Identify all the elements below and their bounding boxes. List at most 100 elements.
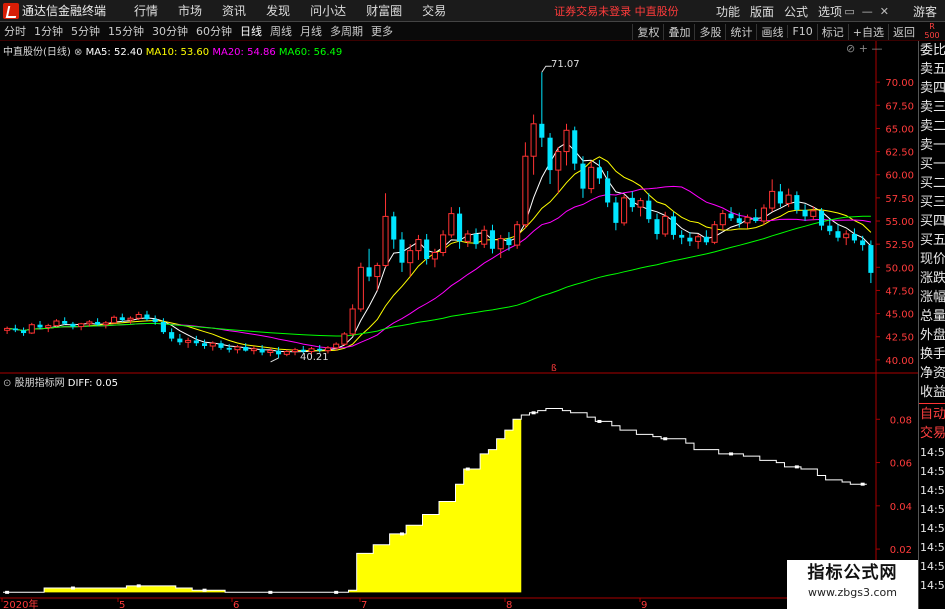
quote-field-label: 外盘	[920, 328, 945, 343]
candle-body-down	[827, 225, 833, 232]
candle-body-up	[28, 324, 35, 334]
tab-5min[interactable]: 5分钟	[67, 23, 104, 39]
kline-chart-svg[interactable]: 70.00 67.50 65.00 62.50 60.00 57.50 55.00 52.50…	[0, 41, 918, 609]
candle-body-down	[243, 346, 249, 351]
candle-body-down	[391, 216, 397, 240]
tab-more[interactable]: 更多	[367, 23, 397, 39]
candle-body-up	[324, 347, 331, 352]
candle-body-up	[185, 339, 192, 343]
quote-field-label: 买三	[920, 195, 945, 210]
mark-button[interactable]: 标记	[816, 23, 848, 40]
trade-time: 14:56	[920, 541, 945, 554]
diff-marker	[268, 590, 273, 594]
candle-body-up	[563, 129, 570, 153]
tab-1min[interactable]: 1分钟	[30, 23, 67, 39]
guest-user[interactable]: 游客	[913, 3, 937, 20]
diff-marker	[202, 588, 207, 592]
candle-body-down	[62, 321, 68, 324]
add-watchlist-button[interactable]: +自选	[847, 23, 888, 40]
price-tick-label: 42.50	[885, 333, 914, 344]
diff-marker	[136, 584, 141, 588]
candle-body-down	[629, 197, 635, 208]
candle-body-up	[86, 321, 93, 325]
add-icon[interactable]: +	[859, 42, 868, 55]
auto-trade-label[interactable]: 自动	[919, 405, 945, 424]
candle-body-up	[843, 233, 850, 239]
candle-body-down	[457, 213, 463, 242]
tab-multi-period[interactable]: 多周期	[326, 23, 367, 39]
r-label-top: R	[929, 22, 935, 31]
menu-news[interactable]: 资讯	[212, 2, 256, 19]
menu-quotes[interactable]: 行情	[124, 2, 168, 19]
quote-field-label: 收益	[920, 385, 945, 400]
candle-body-up	[267, 350, 274, 353]
quote-field-label: 涨跌	[920, 271, 945, 286]
menu-wealth-circle[interactable]: 财富圈	[356, 2, 412, 19]
legend-chevron-icon[interactable]: ⊗	[74, 47, 82, 58]
quote-field-label: 买四	[920, 214, 945, 229]
settings-icon[interactable]: ⊘	[846, 42, 855, 55]
trade-time: 14:56	[920, 446, 945, 459]
overlay-button[interactable]: 叠加	[663, 23, 694, 40]
r-label: R 500	[921, 22, 943, 40]
quote-field-label: 净资	[920, 366, 945, 381]
f10-button[interactable]: F10	[787, 25, 816, 38]
back-button[interactable]: 返回	[888, 23, 919, 40]
candle-body-up	[45, 325, 52, 328]
diff-marker	[663, 437, 668, 441]
trade-login-notice[interactable]: 证券交易未登录 中直股份	[554, 3, 679, 19]
quote-field-label: 卖二	[920, 119, 945, 134]
chart-tools: 复权 叠加 多股 统计 画线 F10 标记 +自选 返回	[632, 22, 919, 41]
indicator-toggle-icon[interactable]: ⊙	[3, 378, 11, 389]
restore-icon[interactable]: ▭	[844, 5, 854, 18]
collapse-icon[interactable]: —	[871, 42, 882, 55]
price-tick-label: 62.50	[885, 148, 914, 159]
indicator-name[interactable]: 股朋指标网	[15, 378, 65, 389]
candle-body-up	[209, 342, 216, 347]
tab-weekly[interactable]: 周线	[266, 23, 296, 39]
candle-body-up	[283, 351, 290, 355]
close-icon[interactable]: ✕	[880, 5, 889, 18]
candle-body-down	[596, 167, 602, 179]
candle-body-down	[201, 343, 208, 347]
stock-name[interactable]: 中直股份(日线)	[3, 47, 71, 58]
candle-body-down	[580, 163, 586, 189]
menu-assistant[interactable]: 问小达	[300, 2, 356, 19]
menu-options[interactable]: 选项	[813, 3, 847, 20]
candle-body-up	[481, 229, 488, 245]
multi-stock-button[interactable]: 多股	[694, 23, 725, 40]
cursor-marker: ß	[551, 364, 557, 374]
candle-body-up	[333, 343, 340, 349]
menu-formula[interactable]: 公式	[779, 3, 813, 20]
auto-trade-label[interactable]: 交易	[919, 424, 945, 443]
minimize-icon[interactable]: —	[862, 5, 873, 18]
trade-time: 14:56	[920, 560, 945, 573]
chart-area[interactable]: 70.00 67.50 65.00 62.50 60.00 57.50 55.00 52.50…	[0, 41, 918, 609]
candle-body-down	[868, 245, 874, 273]
tab-intraday[interactable]: 分时	[0, 23, 30, 39]
tab-monthly[interactable]: 月线	[296, 23, 326, 39]
tab-60min[interactable]: 60分钟	[192, 23, 236, 39]
menu-discover[interactable]: 发现	[256, 2, 300, 19]
candle-body-up	[53, 320, 60, 327]
candle-body-up	[250, 348, 257, 352]
candle-body-up	[464, 233, 471, 242]
candle-body-up	[127, 317, 134, 321]
menu-market[interactable]: 市场	[168, 2, 212, 19]
tab-30min[interactable]: 30分钟	[148, 23, 192, 39]
menu-functions[interactable]: 功能	[711, 3, 745, 20]
menu-trade[interactable]: 交易	[412, 2, 456, 19]
tab-15min[interactable]: 15分钟	[104, 23, 148, 39]
draw-line-button[interactable]: 画线	[756, 23, 787, 40]
candle-body-down	[95, 321, 101, 325]
tab-daily[interactable]: 日线	[236, 23, 266, 39]
candle-body-down	[160, 321, 166, 333]
statistics-button[interactable]: 统计	[725, 23, 756, 40]
menu-layout[interactable]: 版面	[745, 3, 779, 20]
candle-body-down	[794, 195, 800, 210]
candle-body-down	[687, 237, 693, 242]
candle-body-down	[654, 219, 660, 234]
candle-body-up	[291, 349, 299, 353]
main-legend: 中直股份(日线) ⊗ MA5: 52.40 MA10: 53.60 MA20: …	[3, 43, 342, 58]
adjust-button[interactable]: 复权	[632, 23, 663, 40]
